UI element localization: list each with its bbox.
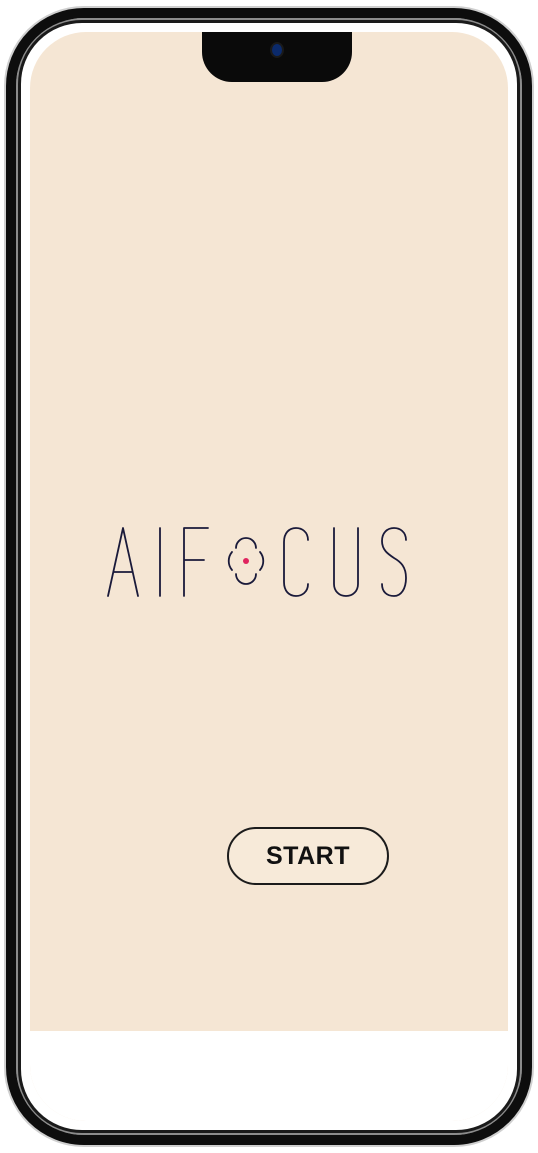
front-camera-icon (272, 44, 282, 56)
logo-letter-a (107, 527, 139, 597)
logo-letter-s (381, 527, 407, 597)
phone-frame: START (6, 8, 532, 1145)
stage: START (0, 0, 538, 1153)
logo-letter-f (183, 527, 209, 597)
app-screen: START (30, 32, 508, 1121)
phone-notch (202, 32, 352, 82)
app-logo (30, 522, 508, 602)
focus-dot (243, 558, 249, 564)
logo-letter-c (283, 527, 309, 597)
bottom-area (30, 1031, 508, 1121)
start-button[interactable]: START (227, 827, 389, 885)
logo-letter-u (333, 527, 359, 597)
aifocus-logo-svg (107, 527, 407, 597)
